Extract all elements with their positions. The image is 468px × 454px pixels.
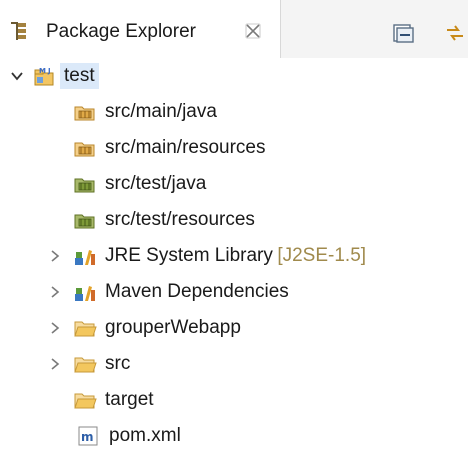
test-source-folder-icon [73,172,97,196]
view-toolbar [281,0,468,58]
chevron-right-icon[interactable] [48,321,62,335]
tree-item-maven-dependencies[interactable]: Maven Dependencies [0,274,468,310]
tree-item-label: pom.xml [109,425,181,446]
tree-item-label: JRE System Library [105,245,273,266]
view-tab-bar: Package Explorer [0,0,468,58]
tree-item-label-box: grouperWebapp [101,315,245,341]
tree-item-label-box: pom.xml [105,423,185,449]
package-explorer-icon [10,20,32,42]
tree-item-label-box: Maven Dependencies [101,279,293,305]
source-folder-icon [73,136,97,160]
project-label: test [64,65,95,86]
source-folder-icon [73,100,97,124]
collapse-all-icon[interactable] [392,22,414,44]
tree-item-label: src/main/resources [105,137,266,158]
library-icon [73,280,97,304]
view-title: Package Explorer [46,21,196,42]
svg-text:M: M [39,67,46,75]
chevron-right-icon[interactable] [48,285,62,299]
tree-item-src[interactable]: src [0,346,468,382]
tree-item-src-test-resources[interactable]: src/test/resources [0,202,468,238]
package-explorer-tab[interactable]: Package Explorer [0,0,281,58]
tree-item-src-test-java[interactable]: src/test/java [0,166,468,202]
tree-item-label-box: src/main/resources [101,135,270,161]
chevron-down-icon[interactable] [10,69,24,83]
tree-item-label: src/test/resources [105,209,255,230]
chevron-right-icon[interactable] [48,249,62,263]
tree-item-label-box: src/test/java [101,171,210,197]
tree-item-src-main-resources[interactable]: src/main/resources [0,130,468,166]
tree-item-label: src [105,353,131,374]
link-with-editor-icon[interactable] [444,22,466,44]
tree-item-label-box: target [101,387,158,413]
tree-item-label-box: test [60,63,99,89]
library-icon [73,244,97,268]
maven-pom-file-icon: m [77,424,101,448]
tree-item-target[interactable]: target [0,382,468,418]
tree-item-label: grouperWebapp [105,317,241,338]
tree-item-jre-system-library[interactable]: JRE System Library [J2SE-1.5] [0,238,468,274]
tree-item-decoration: [J2SE-1.5] [277,245,367,266]
tree-item-label-box: src/test/resources [101,207,259,233]
svg-text:J: J [47,67,51,75]
folder-icon [73,316,97,340]
tree-item-label: src/main/java [105,101,217,122]
tree-item-label: target [105,389,154,410]
close-icon[interactable] [244,22,262,40]
tree-item-grouperwebapp[interactable]: grouperWebapp [0,310,468,346]
tree-item-project[interactable]: M J test [0,58,468,94]
maven-java-project-icon: M J [33,64,57,88]
test-source-folder-icon [73,208,97,232]
tree-item-src-main-java[interactable]: src/main/java [0,94,468,130]
svg-text:m: m [81,430,94,444]
chevron-right-icon[interactable] [48,357,62,371]
folder-icon [73,352,97,376]
tree-item-label: src/test/java [105,173,207,194]
tree-item-label-box: src [101,351,134,377]
tree-item-label-box: JRE System Library [J2SE-1.5] [101,243,370,269]
tree-item-label-box: src/main/java [101,99,221,125]
folder-icon [73,388,97,412]
tree-item-label: Maven Dependencies [105,281,289,302]
